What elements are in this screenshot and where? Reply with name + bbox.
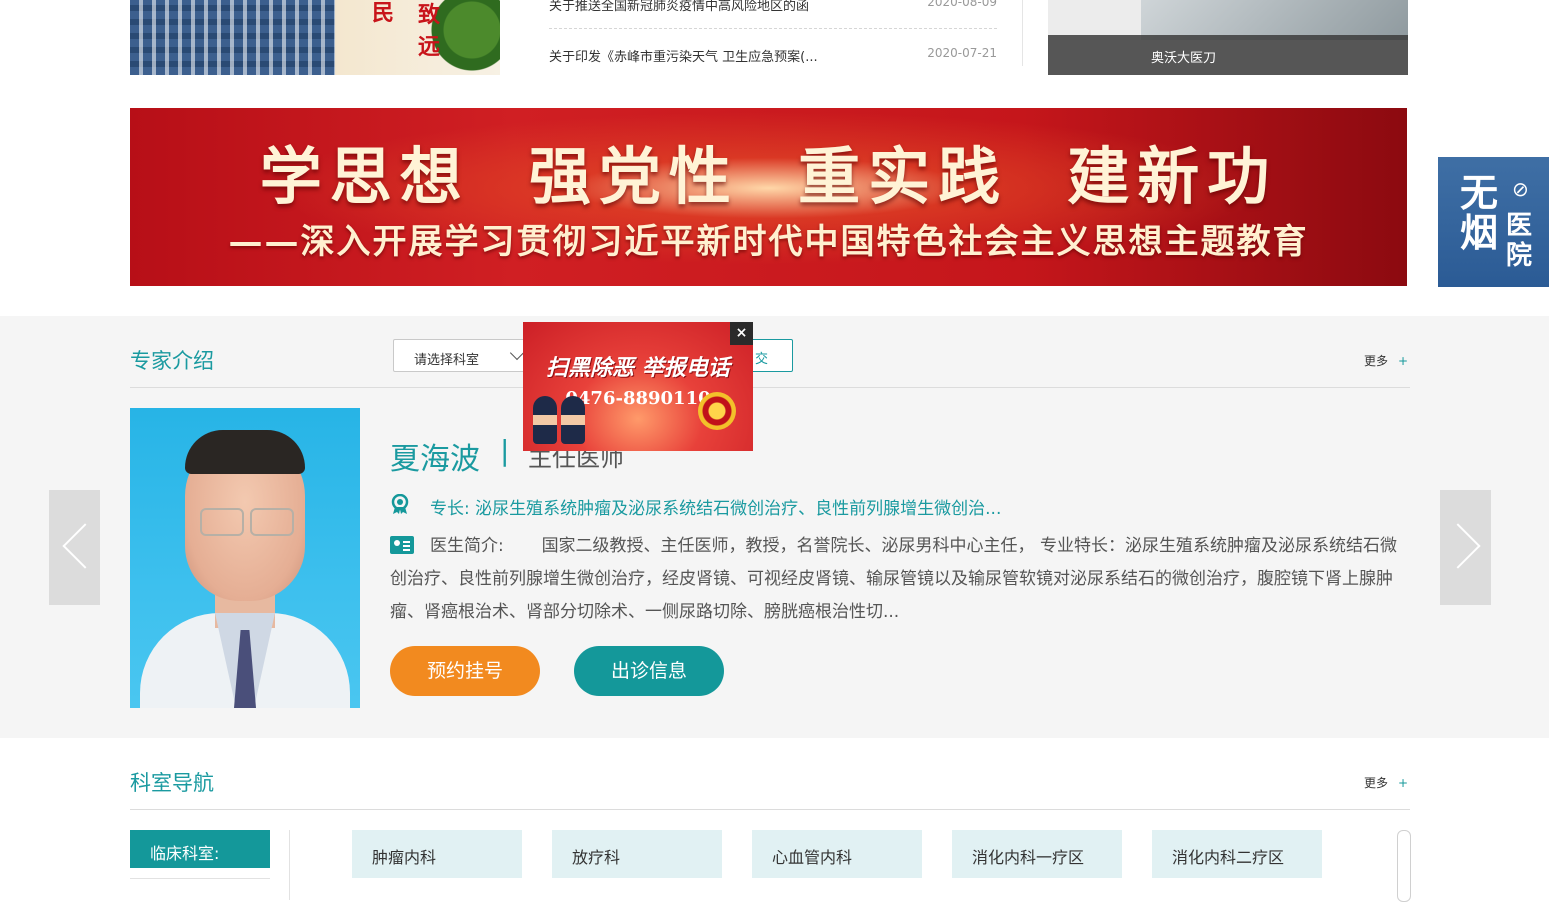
theme-education-banner[interactable]: 学思想 强党性 重实践 建新功 ——深入开展学习贯彻习近平新时代中国特色社会主义… [130, 108, 1407, 286]
plus-icon: + [1398, 354, 1409, 368]
department-item[interactable]: 消化内科一疗区 [952, 830, 1122, 878]
police-figure [533, 396, 557, 444]
schedule-button[interactable]: 出诊信息 [574, 646, 724, 696]
glasses-lens [200, 508, 244, 536]
doctor-specialty: 专长: 泌尿生殖系统肿瘤及泌尿系统结石微创治疗、良性前列腺增生微创治... [430, 499, 1002, 519]
news-title[interactable]: 关于推送全国新冠肺炎疫情中高风险地区的函 [549, 0, 909, 14]
badge-text-2: 医院 [1506, 211, 1533, 271]
department-scrollbar[interactable] [1397, 830, 1411, 902]
more-label: 更多 [1364, 354, 1389, 368]
photo-char: 民 [372, 0, 395, 26]
more-label: 更多 [1364, 776, 1389, 790]
section-divider [130, 387, 1410, 388]
department-select-value: 请选择科室 [414, 353, 480, 368]
news-item[interactable]: 关于推送全国新冠肺炎疫情中高风险地区的函 2020-08-09 [549, 0, 997, 17]
image-caption: 奥沃大医刀 [1151, 51, 1217, 66]
chevron-right-icon [1435, 523, 1481, 569]
no-smoking-icon: ⊘ [1512, 177, 1529, 201]
plus-icon: + [1398, 776, 1409, 790]
report-hotline-popup[interactable]: 扫黑除恶 举报电话 0476-8890110 × [523, 322, 753, 451]
section-divider [130, 809, 1410, 810]
department-select[interactable]: 请选择科室 [393, 339, 533, 372]
news-date: 2020-07-21 [927, 46, 997, 60]
intro-text: 国家二级教授、主任医师，教授，名誉院长、泌尿男科中心主任， 专业特长：泌尿生殖系… [390, 536, 1397, 622]
badge-text-1: 无烟 [1460, 171, 1499, 255]
department-more-link[interactable]: 更多 + [1364, 774, 1408, 791]
no-smoking-hospital-badge[interactable]: 无烟 ⊘ 医院 [1438, 157, 1549, 287]
carousel-prev-button[interactable] [49, 490, 108, 605]
department-label: 肿瘤内科 [372, 848, 437, 867]
school-filter-label: 交 [754, 352, 768, 367]
department-label: 心血管内科 [772, 848, 853, 867]
department-item[interactable]: 放疗科 [552, 830, 722, 878]
news-title[interactable]: 关于印发《赤峰市重污染天气 卫生应急预案(... [549, 46, 909, 65]
hospital-building-photo[interactable]: 民 致 远 [130, 0, 500, 75]
news-date: 2020-08-09 [927, 0, 997, 9]
photo-char: 远 [418, 34, 441, 60]
department-label: 消化内科一疗区 [972, 848, 1085, 867]
carousel-next-button[interactable] [1435, 490, 1491, 605]
feature-image-card[interactable]: 奥沃大医刀 [1048, 0, 1408, 75]
tree-image [430, 0, 500, 75]
appointment-button[interactable]: 预约挂号 [390, 646, 540, 696]
department-item[interactable]: 消化内科二疗区 [1152, 830, 1322, 878]
hair-shape [185, 430, 305, 474]
chevron-down-icon [509, 345, 525, 361]
doctor-name[interactable]: 夏海波 [390, 434, 480, 478]
equipment-image [1141, 0, 1408, 40]
department-item[interactable]: 心血管内科 [752, 830, 922, 878]
building-image [130, 0, 335, 75]
tab-label: 临床科室: [150, 844, 220, 863]
popup-heading: 扫黑除恶 举报电话 [546, 355, 730, 381]
intro-label: 医生简介: [430, 536, 504, 556]
banner-headline: 学思想 强党性 重实践 建新功 [259, 140, 1278, 213]
doctor-photo[interactable] [130, 408, 360, 708]
police-emblem-icon [698, 392, 736, 430]
news-divider [549, 28, 997, 29]
close-icon[interactable]: × [730, 322, 753, 345]
police-figure [561, 396, 585, 444]
expert-more-link[interactable]: 更多 + [1364, 352, 1408, 369]
name-separator: | [500, 434, 510, 467]
expert-section-title: 专家介绍 [130, 349, 214, 373]
photo-char: 致 [418, 2, 441, 28]
news-item[interactable]: 关于印发《赤峰市重污染天气 卫生应急预案(... 2020-07-21 [549, 46, 997, 68]
department-label: 消化内科二疗区 [1172, 848, 1285, 867]
column-divider [1022, 0, 1023, 66]
banner-subline: ——深入开展学习贯彻习近平新时代中国特色社会主义思想主题教育 [228, 222, 1309, 262]
image-caption-bar: 奥沃大医刀 [1048, 35, 1408, 75]
glasses-lens [250, 508, 294, 536]
department-item[interactable]: 肿瘤内科 [352, 830, 522, 878]
award-icon [391, 494, 409, 514]
department-label: 放疗科 [572, 848, 621, 867]
tab-divider [289, 830, 290, 900]
doctor-intro: 医生简介: 国家二级教授、主任医师，教授，名誉院长、泌尿男科中心主任， 专业特长… [390, 530, 1402, 629]
tab-underline [130, 878, 270, 879]
clinical-departments-tab[interactable]: 临床科室: [130, 830, 270, 868]
department-section-title: 科室导航 [130, 771, 214, 795]
